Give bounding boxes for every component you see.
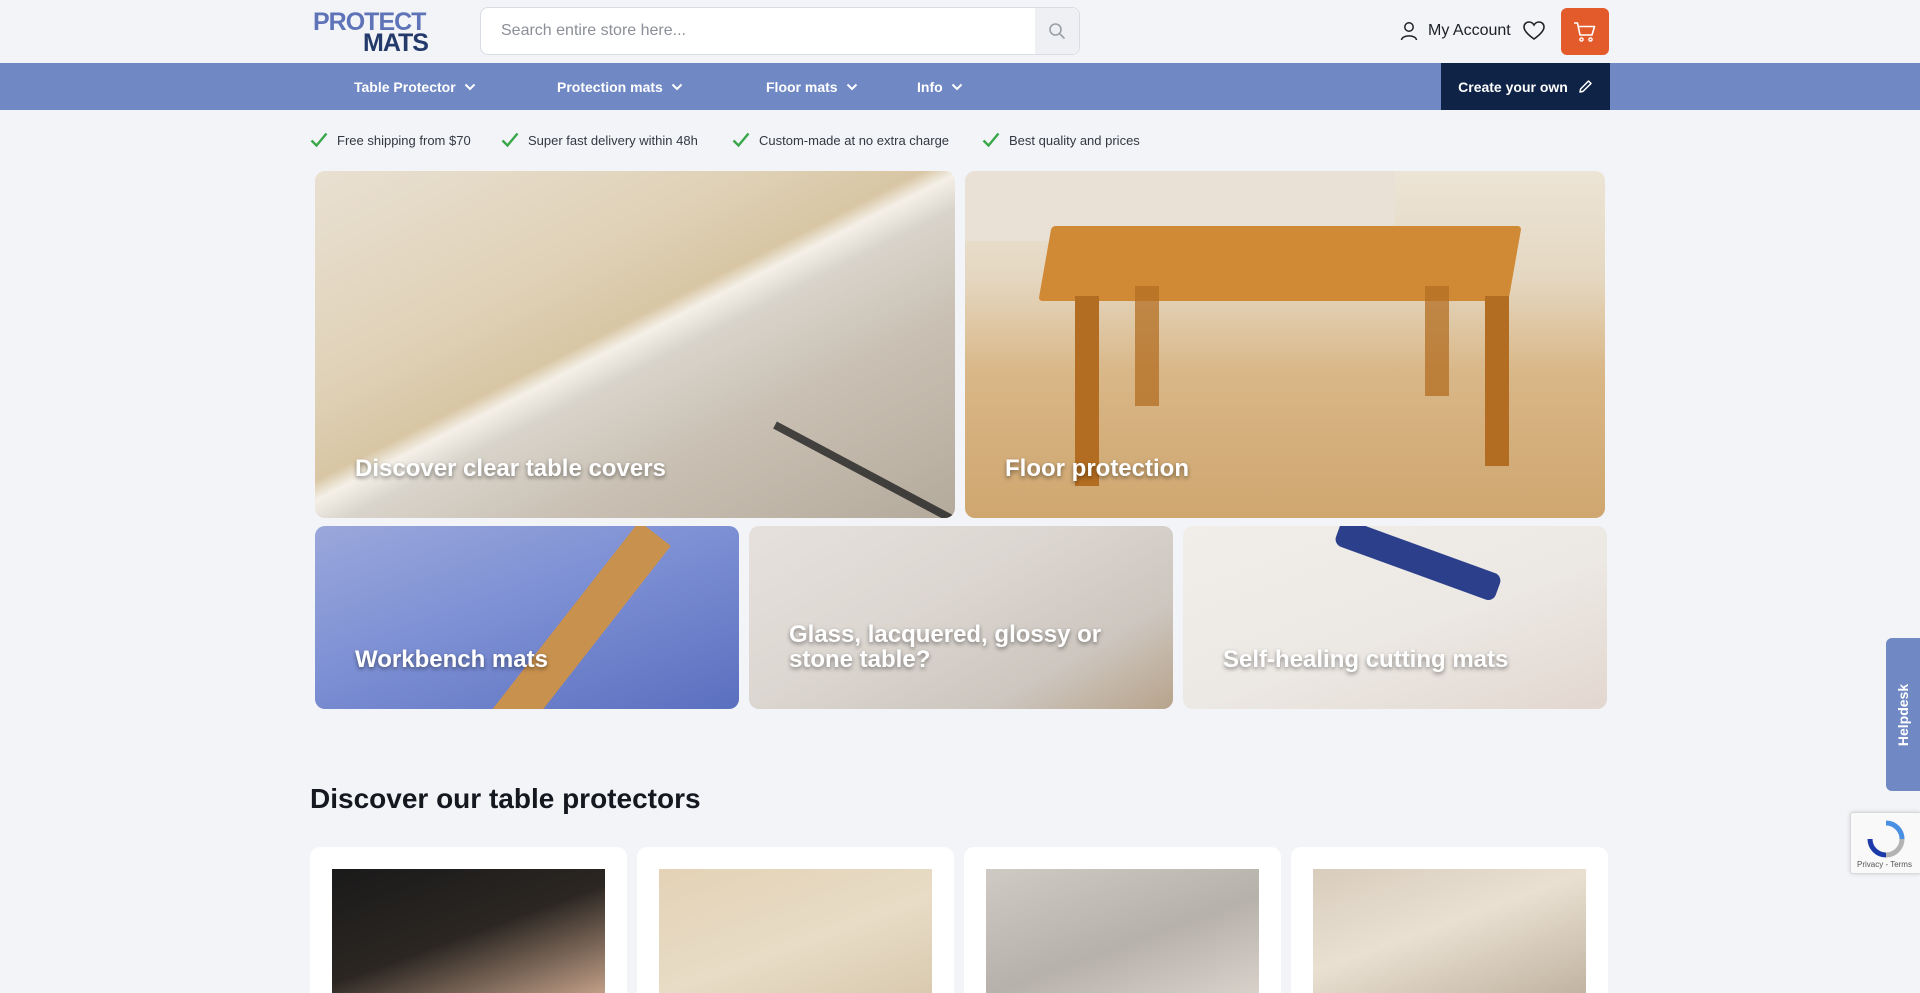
tile-clear-table-covers[interactable]: Discover clear table covers xyxy=(315,171,955,518)
helpdesk-tab[interactable]: Helpdesk xyxy=(1886,638,1920,791)
nav-label: Info xyxy=(917,78,943,95)
usp-custom-made: Custom-made at no extra charge xyxy=(732,130,949,150)
product-card[interactable] xyxy=(310,847,627,993)
create-label: Create your own xyxy=(1458,78,1568,95)
tile-caption: Glass, lacquered, glossy or stone table? xyxy=(789,621,1102,673)
nav-table-protector[interactable]: Table Protector xyxy=(354,63,476,110)
wishlist-button[interactable] xyxy=(1522,19,1546,43)
nav-info[interactable]: Info xyxy=(917,63,963,110)
product-image xyxy=(332,869,605,993)
main-navigation: Table Protector Protection mats Floor ma… xyxy=(0,63,1920,110)
search-input[interactable] xyxy=(481,8,1036,54)
product-card[interactable] xyxy=(964,847,1281,993)
check-icon xyxy=(982,132,1000,148)
table-leg-shape xyxy=(1425,286,1449,396)
usp-text: Free shipping from $70 xyxy=(337,132,471,148)
usp-text: Super fast delivery within 48h xyxy=(528,132,698,148)
usp-text: Custom-made at no extra charge xyxy=(759,132,950,148)
chevron-down-icon xyxy=(951,83,962,90)
recaptcha-text: Privacy - Terms xyxy=(1857,860,1912,869)
cutter-knife-shape xyxy=(1333,526,1503,603)
my-account-label: My Account xyxy=(1428,22,1511,39)
logo[interactable]: PROTECT MATS xyxy=(313,10,429,57)
product-image xyxy=(986,869,1259,993)
cart-icon xyxy=(1574,21,1596,42)
cart-button[interactable] xyxy=(1561,8,1609,55)
my-account-link[interactable]: My Account xyxy=(1400,18,1511,44)
chevron-down-icon xyxy=(671,83,683,90)
user-icon xyxy=(1400,22,1418,41)
nav-label: Protection mats xyxy=(557,78,663,95)
tile-caption: Workbench mats xyxy=(355,646,548,673)
product-card[interactable] xyxy=(637,847,954,993)
tile-self-healing-cutting-mats[interactable]: Self-healing cutting mats xyxy=(1183,526,1607,709)
product-image xyxy=(659,869,932,993)
usp-best-quality: Best quality and prices xyxy=(982,130,1140,150)
recaptcha-badge[interactable]: Privacy - Terms xyxy=(1850,812,1920,874)
coffee-table-shape xyxy=(1038,226,1522,301)
table-edge-shape xyxy=(773,421,955,518)
product-image xyxy=(1313,869,1586,993)
nav-label: Floor mats xyxy=(766,78,838,95)
chevron-down-icon xyxy=(464,83,475,90)
table-leg-shape xyxy=(1135,286,1159,406)
create-your-own-button[interactable]: Create your own xyxy=(1441,63,1610,110)
section-title: Discover our table protectors xyxy=(310,783,701,814)
usp-text: Best quality and prices xyxy=(1009,132,1140,148)
product-card[interactable] xyxy=(1291,847,1608,993)
top-header: PROTECT MATS My Account xyxy=(0,0,1920,63)
helpdesk-label: Helpdesk xyxy=(1895,683,1911,746)
tile-caption: Self-healing cutting mats xyxy=(1223,646,1509,673)
workbench-edge-shape xyxy=(479,526,671,709)
tile-caption: Floor protection xyxy=(1005,455,1189,482)
pencil-icon xyxy=(1579,80,1592,93)
tile-floor-protection[interactable]: Floor protection xyxy=(965,171,1605,518)
table-leg-shape xyxy=(1485,296,1509,466)
nav-label: Table Protector xyxy=(354,78,456,95)
recaptcha-icon xyxy=(1867,820,1905,858)
tile-workbench-mats[interactable]: Workbench mats xyxy=(315,526,739,709)
check-icon xyxy=(310,132,328,148)
search-icon xyxy=(1049,23,1065,39)
search-box xyxy=(480,7,1080,55)
tile-glass-lacquered-tables[interactable]: Glass, lacquered, glossy or stone table? xyxy=(749,526,1173,709)
logo-line-2: MATS xyxy=(363,29,429,57)
usp-free-shipping: Free shipping from $70 xyxy=(310,130,471,150)
chevron-down-icon xyxy=(846,83,857,90)
check-icon xyxy=(501,132,519,148)
tile-caption: Discover clear table covers xyxy=(355,455,666,482)
search-button[interactable] xyxy=(1035,8,1079,54)
nav-floor-mats[interactable]: Floor mats xyxy=(766,63,858,110)
check-icon xyxy=(732,132,750,148)
heart-icon xyxy=(1523,21,1545,40)
nav-protection-mats[interactable]: Protection mats xyxy=(557,63,683,110)
usp-fast-delivery: Super fast delivery within 48h xyxy=(501,130,698,150)
